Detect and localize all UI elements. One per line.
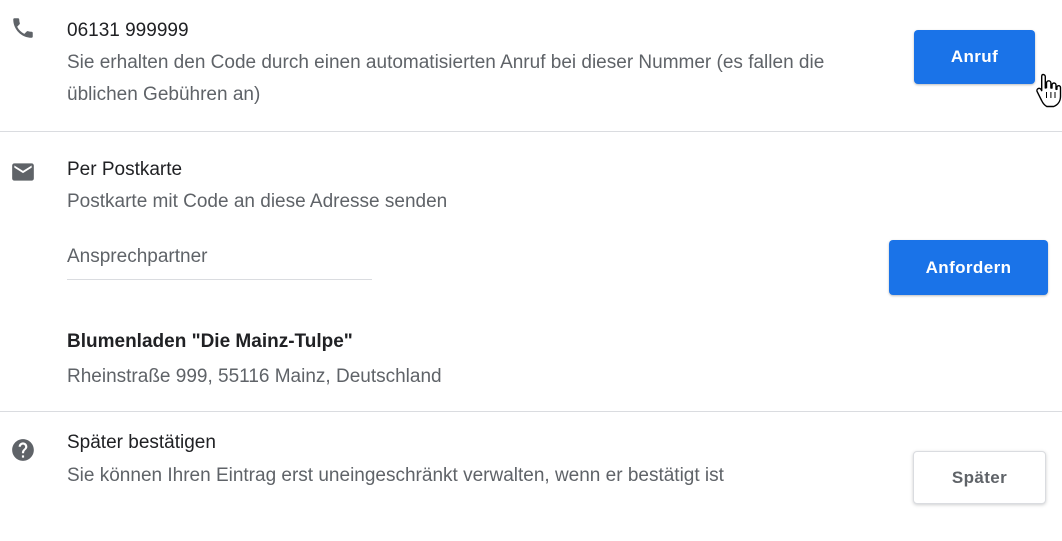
help-icon <box>12 439 34 461</box>
phone-description: Sie erhalten den Code durch einen automa… <box>67 52 825 105</box>
business-name: Blumenladen "Die Mainz-Tulpe" <box>67 331 353 352</box>
business-address: Rheinstraße 999, 55116 Mainz, Deutschlan… <box>67 366 442 387</box>
phone-option: 06131 999999 Sie erhalten den Code durch… <box>0 0 1062 131</box>
later-option: Später bestätigen Sie können Ihren Eintr… <box>0 412 1062 541</box>
later-button[interactable]: Später <box>913 451 1046 504</box>
postcard-title: Per Postkarte <box>67 159 183 180</box>
contact-person-field[interactable] <box>67 243 372 280</box>
later-description: Sie können Ihren Eintrag erst uneingesch… <box>67 465 724 486</box>
later-title: Später bestätigen <box>67 432 216 453</box>
contact-person-input[interactable] <box>67 243 372 271</box>
mail-icon <box>12 163 34 181</box>
request-button[interactable]: Anfordern <box>889 240 1048 295</box>
phone-number: 06131 999999 <box>67 20 189 41</box>
call-button[interactable]: Anruf <box>914 30 1035 84</box>
phone-icon <box>13 18 33 38</box>
postcard-description: Postkarte mit Code an diese Adresse send… <box>67 191 448 212</box>
hand-cursor-icon <box>1036 73 1062 108</box>
